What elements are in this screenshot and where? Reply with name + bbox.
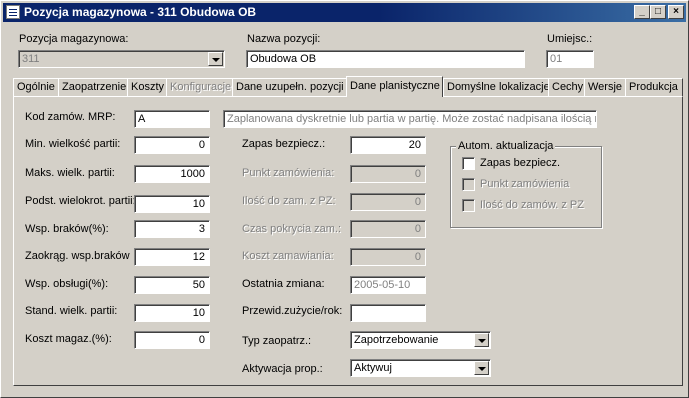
autom-group-title: Autom. aktualizacja [456,140,556,152]
ostatnia-input: 2005-05-10 [350,276,426,294]
podst-input[interactable]: 10 [134,195,210,213]
window-title: Pozycja magazynowa - 311 Obudowa OB [24,5,257,19]
wsp-brakow-label: Wsp. braków(%): [25,223,109,235]
aktyw-label: Aktywacja prop.: [242,363,323,375]
maximize-button[interactable]: □ [650,5,666,19]
tab-dane-planistyczne[interactable]: Dane planistyczne [346,76,443,97]
wsp-obslugi-label: Wsp. obsługi(%): [25,278,109,290]
aktyw-dropdown-button[interactable] [474,361,489,375]
miejsce-input[interactable]: 01 [546,50,594,68]
maks-input[interactable]: 1000 [134,165,210,183]
zapas-checkbox[interactable] [462,157,475,170]
przewid-input[interactable] [350,304,426,322]
punkt-checkbox[interactable] [462,178,475,191]
przewid-label: Przewid.zużycie/rok: [242,305,343,317]
ilosc-checkbox[interactable] [462,199,475,212]
nazwa-label: Nazwa pozycji: [247,33,321,45]
typ-combo[interactable]: Zapotrzebowanie [350,331,491,349]
kod-mrp-description: Zaplanowana dyskretnie lub partia w part… [223,110,597,128]
punkt-input[interactable]: 0 [350,165,426,183]
nazwa-input[interactable]: Obudowa OB [246,50,525,68]
czas-label: Czas pokrycia zam.: [242,223,342,235]
stand-label: Stand. wielk. partii: [25,305,118,317]
tab-domyslne-lokalizacje[interactable]: Domyślne lokalizacje [443,78,550,96]
pozycja-label: Pozycja magazynowa: [19,33,129,45]
czas-input[interactable]: 0 [350,220,426,238]
wsp-brakow-input[interactable]: 3 [134,220,210,238]
pozycja-value: 311 [22,53,40,65]
aktyw-combo[interactable]: Aktywuj [350,359,491,377]
ilosc-checkbox-label: Ilość do zamów. z PZ [480,199,584,211]
stand-input[interactable]: 10 [134,304,210,322]
tab-konfiguracje[interactable]: Konfiguracje [166,78,233,96]
minimize-button[interactable]: _ [634,5,650,19]
koszt-zam-input[interactable]: 0 [350,248,426,266]
typ-dropdown-button[interactable] [474,333,489,347]
punkt-label: Punkt zamówienia: [242,167,335,179]
zaokrag-label: Zaokrąg. wsp.braków [25,250,130,262]
tab-koszty[interactable]: Koszty [127,78,167,96]
kod-mrp-input[interactable]: A [134,110,210,128]
koszt-zam-label: Koszt zamawiania: [242,250,334,262]
koszt-mag-label: Koszt magaz.(%): [25,333,112,345]
kod-mrp-label: Kod zamów. MRP: [25,111,116,123]
zapas-label: Zapas bezpiecz.: [242,138,326,150]
tab-dane-uzupeln[interactable]: Dane uzupełn. pozycji [232,78,347,96]
punkt-checkbox-label: Punkt zamówienia [480,178,570,190]
ilosc-input[interactable]: 0 [350,193,426,211]
zapas-input[interactable]: 20 [350,136,426,154]
zapas-checkbox-label: Zapas bezpiecz. [480,157,561,169]
typ-value: Zapotrzebowanie [354,334,439,346]
title-bar[interactable]: Pozycja magazynowa - 311 Obudowa OB _ □ … [3,3,686,22]
aktyw-value: Aktywuj [354,362,392,374]
min-input[interactable]: 0 [134,136,210,154]
zaokrag-input[interactable]: 12 [134,248,210,266]
tab-produkcja[interactable]: Produkcja [625,78,683,96]
ostatnia-label: Ostatnia zmiana: [242,278,325,290]
tab-zaopatrzenie[interactable]: Zaopatrzenie [58,78,128,96]
ilosc-label: Ilość do zam. z PZ: [242,195,336,207]
tab-wersje[interactable]: Wersje [584,78,626,96]
podst-label: Podst. wielokrot. partii: [25,195,136,207]
koszt-mag-input[interactable]: 0 [134,331,210,349]
maks-label: Maks. wielk. partii: [25,167,115,179]
miejsce-label: Umiejsc.: [547,33,593,45]
pozycja-combo[interactable]: 311 [18,50,225,68]
wsp-obslugi-input[interactable]: 50 [134,276,210,294]
tab-ogolnie[interactable]: Ogólnie [13,78,59,96]
tab-cechy[interactable]: Cechy [548,78,585,96]
close-button[interactable]: × [668,5,684,19]
typ-label: Typ zaopatrz.: [242,335,312,347]
app-icon[interactable] [6,5,20,19]
min-label: Min. wielkość partii: [25,138,121,150]
pozycja-dropdown-button[interactable] [208,52,223,66]
